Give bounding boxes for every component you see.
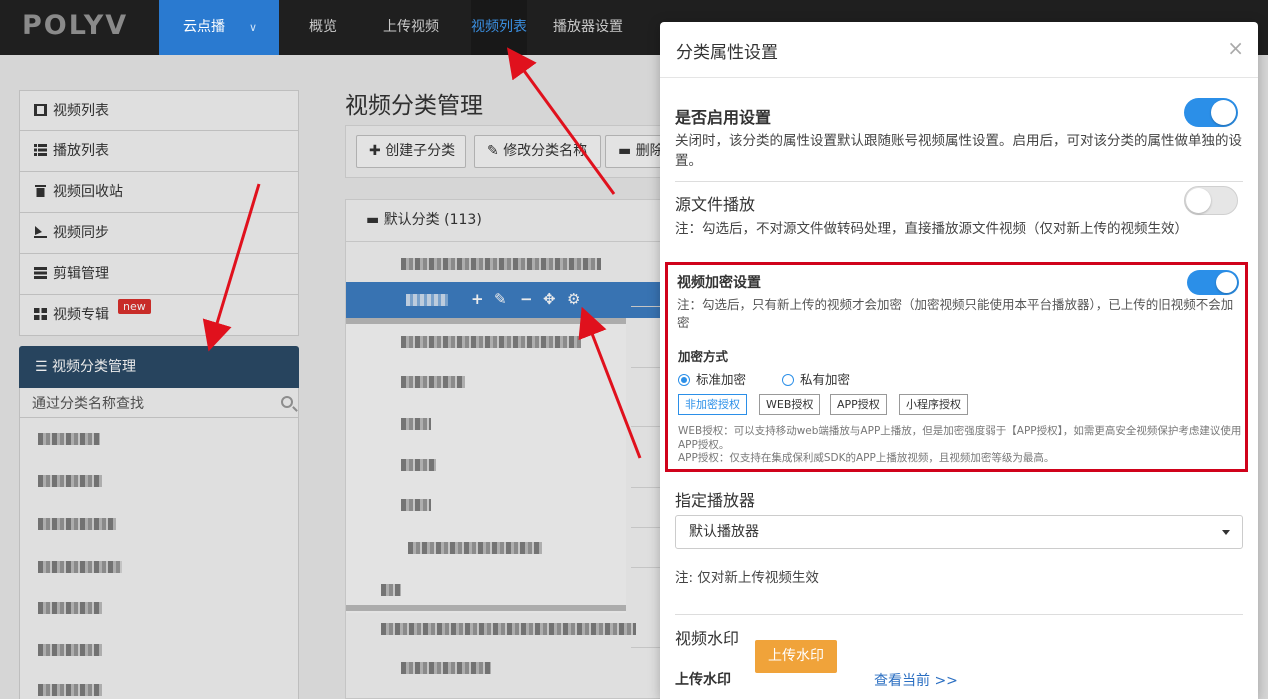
nav-overview[interactable]: 概览 <box>309 0 337 55</box>
view-current-link[interactable]: 查看当前 >> <box>874 670 958 690</box>
encryption-title: 视频加密设置 <box>677 275 761 291</box>
modal-header: 分类属性设置 × <box>660 22 1258 78</box>
player-note: 注: 仅对新上传视频生效 <box>675 570 819 586</box>
radio-private-label: 私有加密 <box>800 372 851 387</box>
chevron-down-icon: ∨ <box>248 21 257 34</box>
auth-app-button[interactable]: APP授权 <box>830 394 887 415</box>
nav-player-settings[interactable]: 播放器设置 <box>553 0 623 55</box>
source-playback-toggle[interactable] <box>1184 186 1238 215</box>
encryption-toggle[interactable] <box>1187 270 1239 295</box>
caret-down-icon <box>1222 530 1230 535</box>
radio-checked-icon <box>678 374 690 386</box>
encryption-note: 注：勾选后，只有新上传的视频才会加密（加密视频只能使用本平台播放器），已上传的旧… <box>677 297 1234 330</box>
enable-settings-title: 是否启用设置 <box>675 108 772 127</box>
app-auth-note: APP授权：仅支持在集成保利威SDK的APP上播放视频，且视频加密等级为最高。 <box>678 452 1055 464</box>
upload-watermark-button[interactable]: 上传水印 <box>755 640 837 673</box>
radio-private-encryption[interactable]: 私有加密 <box>782 369 850 388</box>
source-playback-desc: 注：勾选后，不对源文件做转码处理，直接播放源文件视频（仅对新上传的视频生效） <box>675 221 1188 237</box>
web-auth-note: WEB授权：可以支持移动web端播放与APP上播放，但是加密强度弱于【APP授权… <box>678 425 1242 451</box>
upload-watermark-label: 上传水印 <box>675 672 731 688</box>
nav-upload[interactable]: 上传视频 <box>383 0 439 55</box>
radio-standard-label: 标准加密 <box>696 372 747 387</box>
watermark-title: 视频水印 <box>675 629 740 648</box>
enable-settings-desc: 关闭时，该分类的属性设置默认跟随账号视频属性设置。启用后，可对该分类的属性做单独… <box>675 133 1242 169</box>
encryption-settings-box: 视频加密设置 注：勾选后，只有新上传的视频才会加密（加密视频只能使用本平台播放器… <box>665 262 1248 472</box>
auth-notes: WEB授权：可以支持移动web端播放与APP上播放，但是加密强度弱于【APP授权… <box>678 425 1243 466</box>
radio-standard-encryption[interactable]: 标准加密 <box>678 369 746 388</box>
product-label: 云点播 <box>183 19 225 35</box>
toggle-knob <box>1216 272 1237 293</box>
encryption-method-label: 加密方式 <box>678 349 729 364</box>
auth-miniprogram-button[interactable]: 小程序授权 <box>899 394 968 415</box>
product-switcher[interactable]: 云点播 ∨ <box>159 0 279 55</box>
polyv-logo[interactable]: POLYV <box>22 10 128 41</box>
source-playback-title: 源文件播放 <box>675 195 756 214</box>
category-settings-modal: 分类属性设置 × 是否启用设置 关闭时，该分类的属性设置默认跟随账号视频属性设置… <box>660 22 1258 699</box>
close-icon[interactable]: × <box>1227 36 1244 60</box>
enable-settings-toggle[interactable] <box>1184 98 1238 127</box>
radio-unchecked-icon <box>782 374 794 386</box>
player-select[interactable]: 默认播放器 <box>675 515 1243 549</box>
auth-web-button[interactable]: WEB授权 <box>759 394 821 415</box>
nav-video-list[interactable]: 视频列表 <box>471 0 527 55</box>
auth-non-encrypt-button[interactable]: 非加密授权 <box>678 394 747 415</box>
toggle-knob <box>1186 188 1211 213</box>
player-select-value: 默认播放器 <box>689 524 759 540</box>
modal-title: 分类属性设置 <box>676 43 778 63</box>
toggle-knob <box>1211 100 1236 125</box>
divider <box>675 614 1243 615</box>
player-title: 指定播放器 <box>675 491 756 510</box>
divider <box>675 181 1243 182</box>
